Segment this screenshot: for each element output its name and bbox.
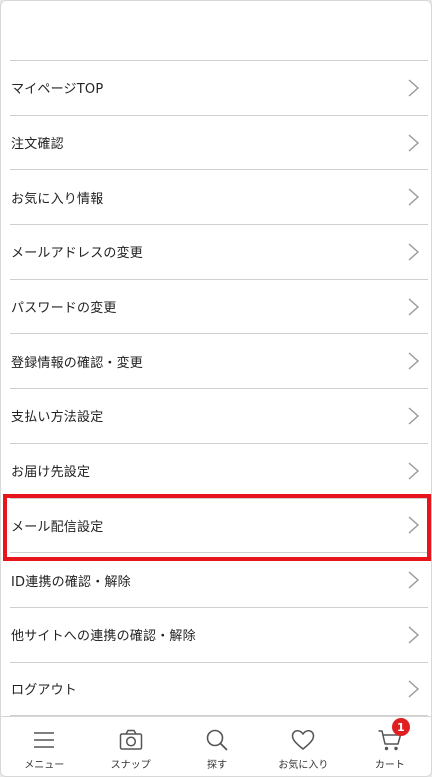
menu-item-mypage-top[interactable]: マイページTOP bbox=[10, 60, 428, 115]
app-frame: マイページTOP 注文確認 お気に入り情報 メールアドレスの変更 パスワードの変… bbox=[0, 0, 432, 777]
chevron-right-icon bbox=[406, 515, 420, 535]
menu-item-label: ログアウト bbox=[11, 683, 78, 699]
search-icon bbox=[206, 729, 228, 751]
chevron-right-icon bbox=[406, 187, 420, 207]
menu-item-registration-info[interactable]: 登録情報の確認・変更 bbox=[10, 333, 428, 388]
nav-label: お気に入り bbox=[278, 760, 329, 771]
menu-item-logout[interactable]: ログアウト bbox=[10, 661, 428, 717]
menu-item-label: 支払い方法設定 bbox=[11, 410, 104, 426]
menu-item-change-email[interactable]: メールアドレスの変更 bbox=[10, 224, 428, 279]
menu-item-mail-delivery-settings[interactable]: メール配信設定 bbox=[10, 497, 428, 553]
chevron-right-icon bbox=[406, 242, 420, 262]
nav-favorites-button[interactable]: お気に入り bbox=[260, 717, 346, 776]
nav-menu-button[interactable]: メニュー bbox=[1, 717, 87, 776]
camera-icon bbox=[119, 729, 142, 750]
nav-label: 探す bbox=[207, 760, 228, 771]
chevron-right-icon bbox=[406, 570, 420, 590]
chevron-right-icon bbox=[406, 78, 420, 98]
nav-label: スナップ bbox=[110, 760, 151, 771]
nav-search-button[interactable]: 探す bbox=[174, 717, 260, 776]
chevron-right-icon bbox=[406, 461, 420, 481]
menu-item-label: マイページTOP bbox=[11, 82, 104, 98]
menu-item-delivery-address[interactable]: お届け先設定 bbox=[10, 442, 428, 498]
menu-item-order-confirmation[interactable]: 注文確認 bbox=[10, 114, 428, 170]
chevron-right-icon bbox=[406, 679, 420, 699]
chevron-right-icon bbox=[406, 625, 420, 645]
menu-item-favorites-info[interactable]: お気に入り情報 bbox=[10, 169, 428, 224]
menu-item-label: メールアドレスの変更 bbox=[11, 246, 144, 262]
heart-icon bbox=[292, 730, 315, 750]
menu-item-label: 他サイトへの連携の確認・解除 bbox=[11, 629, 196, 645]
mypage-menu-list: マイページTOP 注文確認 お気に入り情報 メールアドレスの変更 パスワードの変… bbox=[10, 60, 428, 717]
menu-item-label: 登録情報の確認・変更 bbox=[11, 355, 144, 371]
nav-label: カート bbox=[374, 760, 405, 771]
nav-label: メニュー bbox=[24, 760, 65, 771]
nav-snap-button[interactable]: スナップ bbox=[87, 717, 173, 776]
cart-count-badge: 1 bbox=[391, 718, 410, 736]
hamburger-menu-icon bbox=[34, 732, 55, 748]
menu-item-change-password[interactable]: パスワードの変更 bbox=[10, 278, 428, 334]
menu-item-label: メール配信設定 bbox=[11, 519, 104, 535]
chevron-right-icon bbox=[406, 406, 420, 426]
menu-item-label: お届け先設定 bbox=[11, 465, 91, 481]
chevron-right-icon bbox=[406, 297, 420, 317]
menu-item-label: パスワードの変更 bbox=[11, 301, 117, 317]
menu-item-payment-settings[interactable]: 支払い方法設定 bbox=[10, 388, 428, 443]
bottom-navigation: メニュー スナップ 探す お気に入り 1 カート bbox=[1, 716, 431, 776]
menu-item-other-site-linkage[interactable]: 他サイトへの連携の確認・解除 bbox=[10, 606, 428, 662]
menu-item-label: 注文確認 bbox=[11, 137, 64, 153]
menu-item-label: お気に入り情報 bbox=[11, 191, 104, 207]
nav-cart-button[interactable]: 1 カート bbox=[347, 717, 431, 776]
menu-item-id-linkage[interactable]: ID連携の確認・解除 bbox=[10, 552, 428, 607]
menu-item-label: ID連携の確認・解除 bbox=[11, 574, 131, 590]
chevron-right-icon bbox=[406, 351, 420, 371]
chevron-right-icon bbox=[406, 133, 420, 153]
